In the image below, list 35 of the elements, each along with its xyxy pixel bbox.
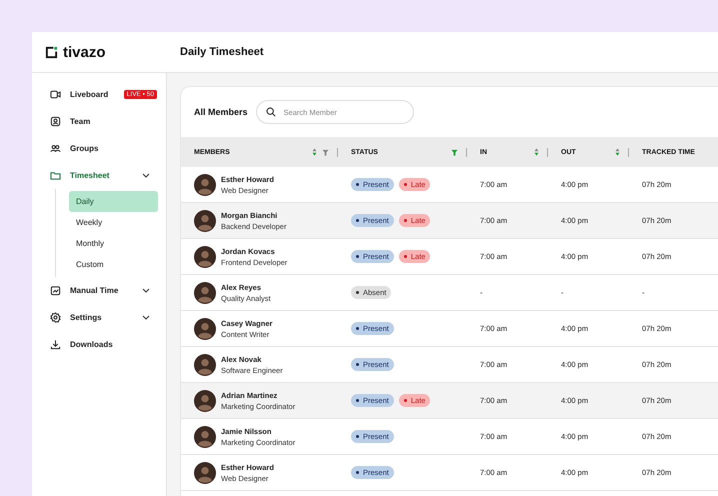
filter-icon[interactable] (322, 148, 329, 156)
gear-icon (50, 312, 61, 323)
submenu-item[interactable]: Weekly (69, 212, 158, 233)
submenu-item[interactable]: Custom (69, 254, 158, 275)
avatar-icon (194, 174, 216, 196)
people-icon (50, 143, 61, 154)
sidebar-item[interactable]: Team (40, 108, 158, 135)
logo-text: tivazo (63, 44, 106, 60)
sidebar-item[interactable]: Timesheet (40, 162, 158, 189)
avatar-icon (194, 354, 216, 376)
avatar-icon (194, 318, 216, 340)
submenu-item[interactable]: Monthly (69, 233, 158, 254)
sidebar-item[interactable]: Downloads (40, 331, 158, 358)
avatar-icon (194, 426, 216, 448)
avatar-icon (194, 390, 216, 412)
camera-icon (50, 89, 61, 100)
submenu-item[interactable]: Daily (69, 191, 158, 212)
download-icon (50, 339, 61, 350)
logo-icon (45, 46, 58, 58)
sidebar-item[interactable]: Settings (40, 304, 158, 331)
filter-icon[interactable] (451, 148, 458, 156)
sidebar-item[interactable]: Groups (40, 135, 158, 162)
sort-icon[interactable] (534, 148, 539, 156)
person-icon (50, 116, 61, 127)
sidebar-item[interactable]: Manual Time (40, 277, 158, 304)
avatar-icon (194, 210, 216, 232)
page-title: Daily Timesheet (179, 46, 264, 58)
sort-icon[interactable] (312, 148, 317, 156)
avatar-icon (194, 282, 216, 304)
folder-icon (50, 170, 61, 181)
search-icon (266, 107, 276, 117)
sort-icon[interactable] (615, 148, 620, 156)
avatar-icon (194, 462, 216, 484)
avatar-icon (194, 246, 216, 268)
section-title: All Members (194, 107, 248, 117)
